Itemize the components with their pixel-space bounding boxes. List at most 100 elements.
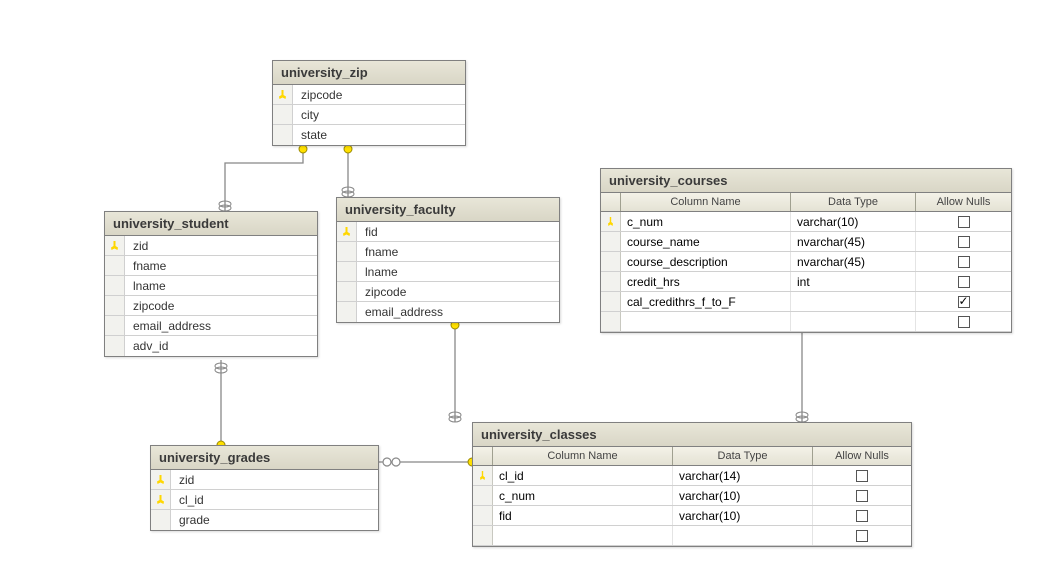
table-title: university_courses (601, 169, 1011, 193)
table-university-faculty[interactable]: university_faculty fid fname lname zipco… (336, 197, 560, 323)
header-allow-nulls: Allow Nulls (813, 447, 911, 465)
header-data-type: Data Type (791, 193, 916, 211)
table-row: cal_credithrs_f_to_F (601, 292, 1011, 312)
allow-nulls-checkbox[interactable] (916, 292, 1011, 311)
table-row: fid (337, 222, 559, 242)
table-row: lname (337, 262, 559, 282)
table-university-student[interactable]: university_student zid fname lname zipco… (104, 211, 318, 357)
column-name: fid (357, 225, 559, 239)
column-name (493, 526, 673, 545)
table-row: course_namenvarchar(45) (601, 232, 1011, 252)
table-title: university_faculty (337, 198, 559, 222)
row-gutter (273, 105, 293, 124)
table-row: fname (337, 242, 559, 262)
column-name: zid (125, 239, 317, 253)
header-allow-nulls: Allow Nulls (916, 193, 1011, 211)
column-name: cal_credithrs_f_to_F (621, 292, 791, 311)
table-row: zipcode (105, 296, 317, 316)
key-icon (273, 85, 293, 104)
row-gutter (601, 252, 621, 271)
table-row: course_descriptionnvarchar(45) (601, 252, 1011, 272)
grid-header: Column Name Data Type Allow Nulls (473, 447, 911, 466)
column-name: fname (357, 245, 559, 259)
column-name: course_description (621, 252, 791, 271)
allow-nulls-checkbox[interactable] (916, 232, 1011, 251)
row-gutter (105, 276, 125, 295)
table-row: cl_idvarchar(14) (473, 466, 911, 486)
key-icon (473, 466, 493, 485)
table-row: fname (105, 256, 317, 276)
allow-nulls-checkbox[interactable] (813, 486, 911, 505)
row-gutter (473, 526, 493, 545)
column-type (791, 312, 916, 331)
allow-nulls-checkbox[interactable] (916, 212, 1011, 231)
table-row: fidvarchar(10) (473, 506, 911, 526)
column-name (621, 312, 791, 331)
allow-nulls-checkbox[interactable] (813, 466, 911, 485)
column-type (673, 526, 813, 545)
table-university-grades[interactable]: university_grades zid cl_id grade (150, 445, 379, 531)
table-row: email_address (105, 316, 317, 336)
table-row (473, 526, 911, 546)
row-gutter (601, 232, 621, 251)
row-gutter (337, 302, 357, 322)
column-name: email_address (125, 319, 317, 333)
allow-nulls-checkbox[interactable] (916, 312, 1011, 331)
row-gutter (337, 282, 357, 301)
row-gutter (473, 486, 493, 505)
column-type: varchar(14) (673, 466, 813, 485)
column-name: zid (171, 473, 378, 487)
allow-nulls-checkbox[interactable] (916, 272, 1011, 291)
column-name: zipcode (293, 88, 465, 102)
column-type (791, 292, 916, 311)
table-university-classes[interactable]: university_classes Column Name Data Type… (472, 422, 912, 547)
row-gutter (105, 296, 125, 315)
row-gutter (105, 336, 125, 356)
table-row: grade (151, 510, 378, 530)
row-gutter (473, 506, 493, 525)
table-row: city (273, 105, 465, 125)
table-title: university_zip (273, 61, 465, 85)
row-gutter (337, 242, 357, 261)
column-name: lname (125, 279, 317, 293)
table-row: state (273, 125, 465, 145)
table-university-courses[interactable]: university_courses Column Name Data Type… (600, 168, 1012, 333)
table-row: c_numvarchar(10) (601, 212, 1011, 232)
column-type: varchar(10) (673, 506, 813, 525)
table-university-zip[interactable]: university_zip zipcode city state (272, 60, 466, 146)
allow-nulls-checkbox[interactable] (813, 526, 911, 545)
table-title: university_student (105, 212, 317, 236)
row-gutter (273, 125, 293, 145)
column-type: varchar(10) (673, 486, 813, 505)
column-name: cl_id (171, 493, 378, 507)
key-icon (151, 470, 171, 489)
table-row: credit_hrsint (601, 272, 1011, 292)
column-name: course_name (621, 232, 791, 251)
allow-nulls-checkbox[interactable] (916, 252, 1011, 271)
header-column-name: Column Name (493, 447, 673, 465)
column-name: lname (357, 265, 559, 279)
column-name: credit_hrs (621, 272, 791, 291)
row-gutter (151, 510, 171, 530)
table-row: zid (105, 236, 317, 256)
column-name: c_num (621, 212, 791, 231)
table-row: lname (105, 276, 317, 296)
column-name: adv_id (125, 339, 317, 353)
column-name: c_num (493, 486, 673, 505)
key-icon (105, 236, 125, 255)
table-title: university_grades (151, 446, 378, 470)
table-row: zipcode (273, 85, 465, 105)
row-gutter (337, 262, 357, 281)
table-row: email_address (337, 302, 559, 322)
column-name: fname (125, 259, 317, 273)
grid-header: Column Name Data Type Allow Nulls (601, 193, 1011, 212)
allow-nulls-checkbox[interactable] (813, 506, 911, 525)
table-row: cl_id (151, 490, 378, 510)
key-icon (337, 222, 357, 241)
key-icon (151, 490, 171, 509)
row-gutter (601, 312, 621, 331)
table-row (601, 312, 1011, 332)
column-name: state (293, 128, 465, 142)
row-gutter (601, 272, 621, 291)
column-type: int (791, 272, 916, 291)
